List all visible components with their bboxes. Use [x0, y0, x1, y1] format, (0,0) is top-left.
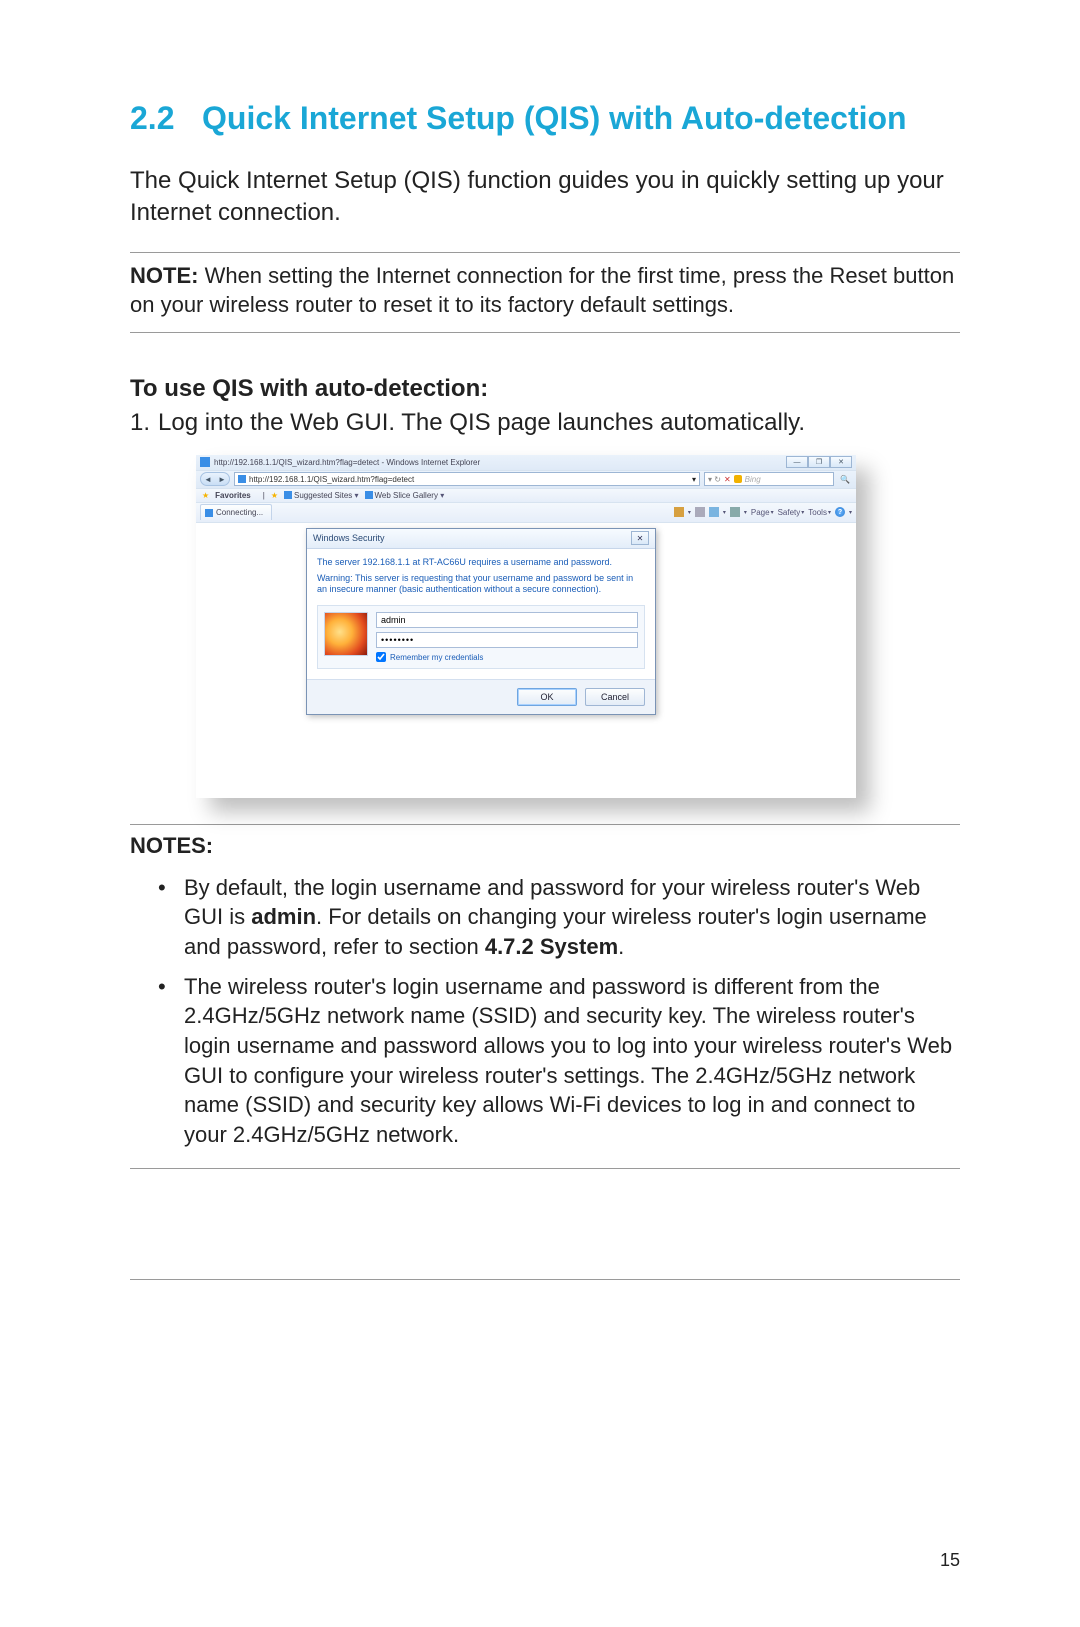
- address-bar[interactable]: http://192.168.1.1/QIS_wizard.htm?flag=d…: [234, 472, 700, 486]
- notes-item-2: • The wireless router's login username a…: [130, 966, 960, 1154]
- window-close-button[interactable]: ✕: [830, 456, 852, 468]
- notes-item-1: • By default, the login username and pas…: [130, 867, 960, 966]
- suggested-sites-icon: [284, 491, 292, 499]
- section-heading: 2.2 Quick Internet Setup (QIS) with Auto…: [130, 100, 960, 137]
- step-number: 1.: [130, 409, 158, 437]
- notes-section: NOTES: • By default, the login username …: [130, 824, 960, 1169]
- dialog-server-message: The server 192.168.1.1 at RT-AC66U requi…: [317, 557, 645, 567]
- nav-back-forward[interactable]: ◄►: [200, 472, 230, 486]
- step-1: 1. Log into the Web GUI. The QIS page la…: [130, 409, 960, 437]
- browser-screenshot: http://192.168.1.1/QIS_wizard.htm?flag=d…: [196, 455, 856, 798]
- suggested-sites-link[interactable]: Suggested Sites: [294, 491, 352, 500]
- ie-icon: [200, 457, 210, 467]
- page-icon: [238, 475, 246, 483]
- dropdown-caret-icon[interactable]: ▾: [355, 491, 359, 500]
- user-avatar-icon: [324, 612, 368, 656]
- command-bar: ▾ ▾ ▾ Page▾ Safety▾ Tools▾ ?▾: [674, 507, 852, 517]
- remember-label: Remember my credentials: [390, 653, 483, 662]
- webslice-link[interactable]: Web Slice Gallery: [375, 491, 438, 500]
- url-dropdown-icon[interactable]: ▾: [692, 475, 696, 484]
- dialog-title-bar: Windows Security ✕: [307, 529, 655, 549]
- bold-section-ref: 4.7.2 System: [485, 934, 618, 959]
- address-bar-row: ◄► http://192.168.1.1/QIS_wizard.htm?fla…: [196, 471, 856, 489]
- minimize-button[interactable]: —: [786, 456, 808, 468]
- browser-content: Windows Security ✕ The server 192.168.1.…: [196, 523, 856, 798]
- tab-label: Connecting...: [216, 508, 263, 517]
- safety-menu[interactable]: Safety▾: [778, 508, 805, 517]
- url-text: http://192.168.1.1/QIS_wizard.htm?flag=d…: [249, 475, 689, 484]
- stop-icon[interactable]: ✕: [724, 475, 731, 484]
- tools-menu[interactable]: Tools▾: [808, 508, 831, 517]
- cancel-button[interactable]: Cancel: [585, 688, 645, 706]
- search-box[interactable]: ▾ ↻ ✕ Bing: [704, 472, 834, 486]
- dialog-button-row: OK Cancel: [307, 679, 655, 714]
- note-lead: NOTE:: [130, 263, 198, 288]
- mail-icon[interactable]: [709, 507, 719, 517]
- favorites-star-icon[interactable]: ★: [202, 491, 209, 500]
- subheading: To use QIS with auto-detection:: [130, 375, 960, 403]
- remember-check-input[interactable]: [376, 652, 386, 662]
- section-number: 2.2: [130, 100, 202, 137]
- favorites-sep: |: [263, 491, 265, 500]
- window-control-buttons: — ❐ ✕: [786, 456, 852, 468]
- bullet-icon: •: [158, 972, 184, 1150]
- dialog-warning: Warning: This server is requesting that …: [317, 573, 645, 596]
- credential-fields: Remember my credentials: [376, 612, 638, 662]
- refresh-icon[interactable]: ▾ ↻: [708, 475, 721, 484]
- help-icon[interactable]: ?: [835, 507, 845, 517]
- note-body: When setting the Internet connection for…: [130, 263, 954, 318]
- maximize-button[interactable]: ❐: [808, 456, 830, 468]
- notes-item-1-text: By default, the login username and passw…: [184, 873, 960, 962]
- footer-rule: [130, 1279, 960, 1280]
- windows-security-dialog: Windows Security ✕ The server 192.168.1.…: [306, 528, 656, 716]
- notes-lead: NOTES:: [130, 833, 213, 858]
- print-icon[interactable]: [730, 507, 740, 517]
- window-title: http://192.168.1.1/QIS_wizard.htm?flag=d…: [214, 458, 786, 467]
- webslice-icon: [365, 491, 373, 499]
- section-title: Quick Internet Setup (QIS) with Auto-det…: [202, 100, 960, 137]
- home-icon[interactable]: [674, 507, 684, 517]
- dialog-title: Windows Security: [313, 533, 631, 543]
- step-text: Log into the Web GUI. The QIS page launc…: [158, 409, 805, 437]
- page-menu[interactable]: Page▾: [751, 508, 774, 517]
- remember-credentials-checkbox[interactable]: Remember my credentials: [376, 652, 638, 662]
- password-input[interactable]: [376, 632, 638, 648]
- suggested-star-icon: ★: [271, 491, 278, 500]
- bold-admin: admin: [251, 904, 316, 929]
- tab-favicon-icon: [205, 509, 213, 517]
- search-go-icon[interactable]: 🔍: [838, 475, 852, 484]
- window-title-bar: http://192.168.1.1/QIS_wizard.htm?flag=d…: [196, 455, 856, 471]
- feeds-icon[interactable]: [695, 507, 705, 517]
- dropdown-caret-icon[interactable]: ▾: [440, 491, 444, 500]
- note-callout: NOTE: When setting the Internet connecti…: [130, 252, 960, 333]
- dialog-body: The server 192.168.1.1 at RT-AC66U requi…: [307, 549, 655, 680]
- credential-tile: Remember my credentials: [317, 605, 645, 669]
- intro-paragraph: The Quick Internet Setup (QIS) function …: [130, 165, 960, 230]
- page-number: 15: [940, 1550, 960, 1571]
- bullet-icon: •: [158, 873, 184, 962]
- document-page: 2.2 Quick Internet Setup (QIS) with Auto…: [0, 0, 1080, 1627]
- tab-strip: Connecting... ▾ ▾ ▾ Page▾ Safety▾ Tools▾…: [196, 503, 856, 523]
- username-input[interactable]: [376, 612, 638, 628]
- dialog-close-button[interactable]: ✕: [631, 531, 649, 545]
- bing-icon: [734, 475, 742, 483]
- favorites-label: Favorites: [215, 491, 251, 500]
- notes-item-2-text: The wireless router's login username and…: [184, 972, 960, 1150]
- notes-list: • By default, the login username and pas…: [130, 867, 960, 1154]
- search-placeholder: Bing: [745, 475, 761, 484]
- browser-tab[interactable]: Connecting...: [200, 504, 272, 520]
- favorites-bar: ★ Favorites | ★ Suggested Sites ▾ Web Sl…: [196, 489, 856, 503]
- ok-button[interactable]: OK: [517, 688, 577, 706]
